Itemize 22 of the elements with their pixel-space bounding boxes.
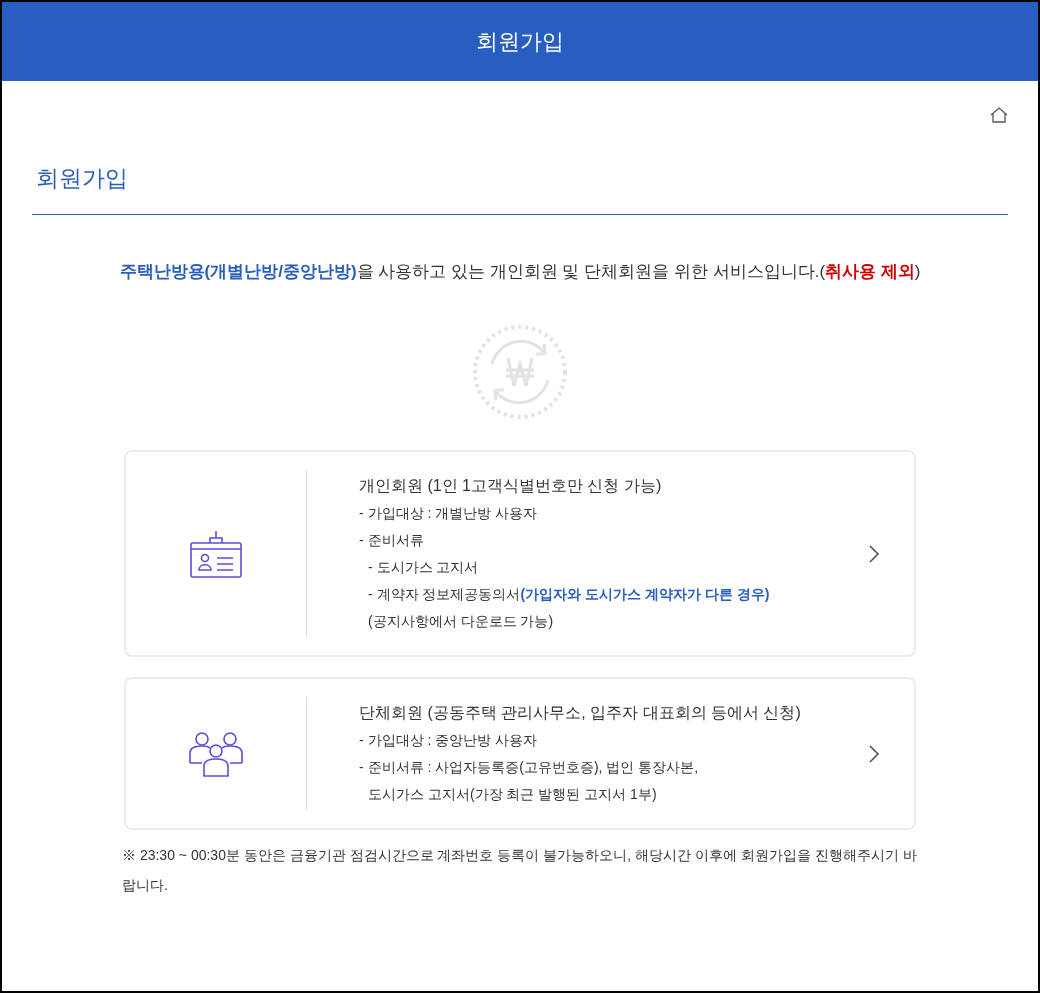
card-title: 개인회원 (1인 1고객식별번호만 신청 가능)	[359, 476, 663, 496]
card-detail-line: - 가입대상 : 개별난방 사용자	[359, 504, 539, 523]
card-detail-line: - 계약자 정보제공동의서(가입자와 도시가스 계약자가 다른 경우)	[367, 585, 771, 604]
id-card-icon	[190, 529, 242, 578]
card-detail-line: - 가입대상 : 중앙난방 사용자	[359, 731, 539, 750]
card-detail-line: - 준비서류	[359, 531, 425, 550]
card-detail-line: - 준비서류 : 사업자등록증(고유번호증), 법인 통장사본,	[359, 758, 700, 777]
home-icon[interactable]	[990, 107, 1008, 123]
header-title: 회원가입	[476, 28, 564, 56]
card-detail-line: (공지사항에서 다운로드 가능)	[367, 612, 555, 631]
chevron-right-icon	[869, 544, 879, 563]
card-detail-line: - 도시가스 고지서	[367, 558, 480, 577]
notice-text: ※ 23:30 ~ 00:30분 동안은 금융기관 점검시간으로 계좌번호 등록이 불가능하오니, 해당시간 이후에 회원가입을 진행해주시기 바랍니다.	[122, 846, 918, 895]
chevron-right-icon	[869, 744, 879, 763]
card-title: 단체회원 (공동주택 관리사무소, 입주자 대표회의 등에서 신청)	[359, 703, 802, 723]
page-title: 회원가입	[36, 165, 128, 191]
member-type-card[interactable]: 단체회원 (공동주택 관리사무소, 입주자 대표회의 등에서 신청) - 가입대상 : 중앙난방 사용자 - 준비서류 : 사업자등록증(고유번호증), 법인 통장사본, 도시가스 고지서(가장 최근 발행된 고지서 1부)	[124, 677, 916, 830]
member-type-card[interactable]: 개인회원 (1인 1고객식별번호만 신청 가능) - 가입대상 : 개별난방 사용자 - 준비서류 - 도시가스 고지서 - 계약자 정보제공동의서(가입자와 도시가스 계약자가 다른 경우) (공지사항에서 다운로드 가능)	[124, 450, 916, 657]
won-cycle-icon	[472, 324, 568, 420]
group-icon	[188, 730, 244, 777]
card-detail-line: 도시가스 고지서(가장 최근 발행된 고지서 1부)	[367, 785, 658, 804]
intro-text: 주택난방용(개별난방/중앙난방)을 사용하고 있는 개인회원 및 단체회원을 위한 서비스입니다.(취사용 제외)	[118, 260, 922, 283]
